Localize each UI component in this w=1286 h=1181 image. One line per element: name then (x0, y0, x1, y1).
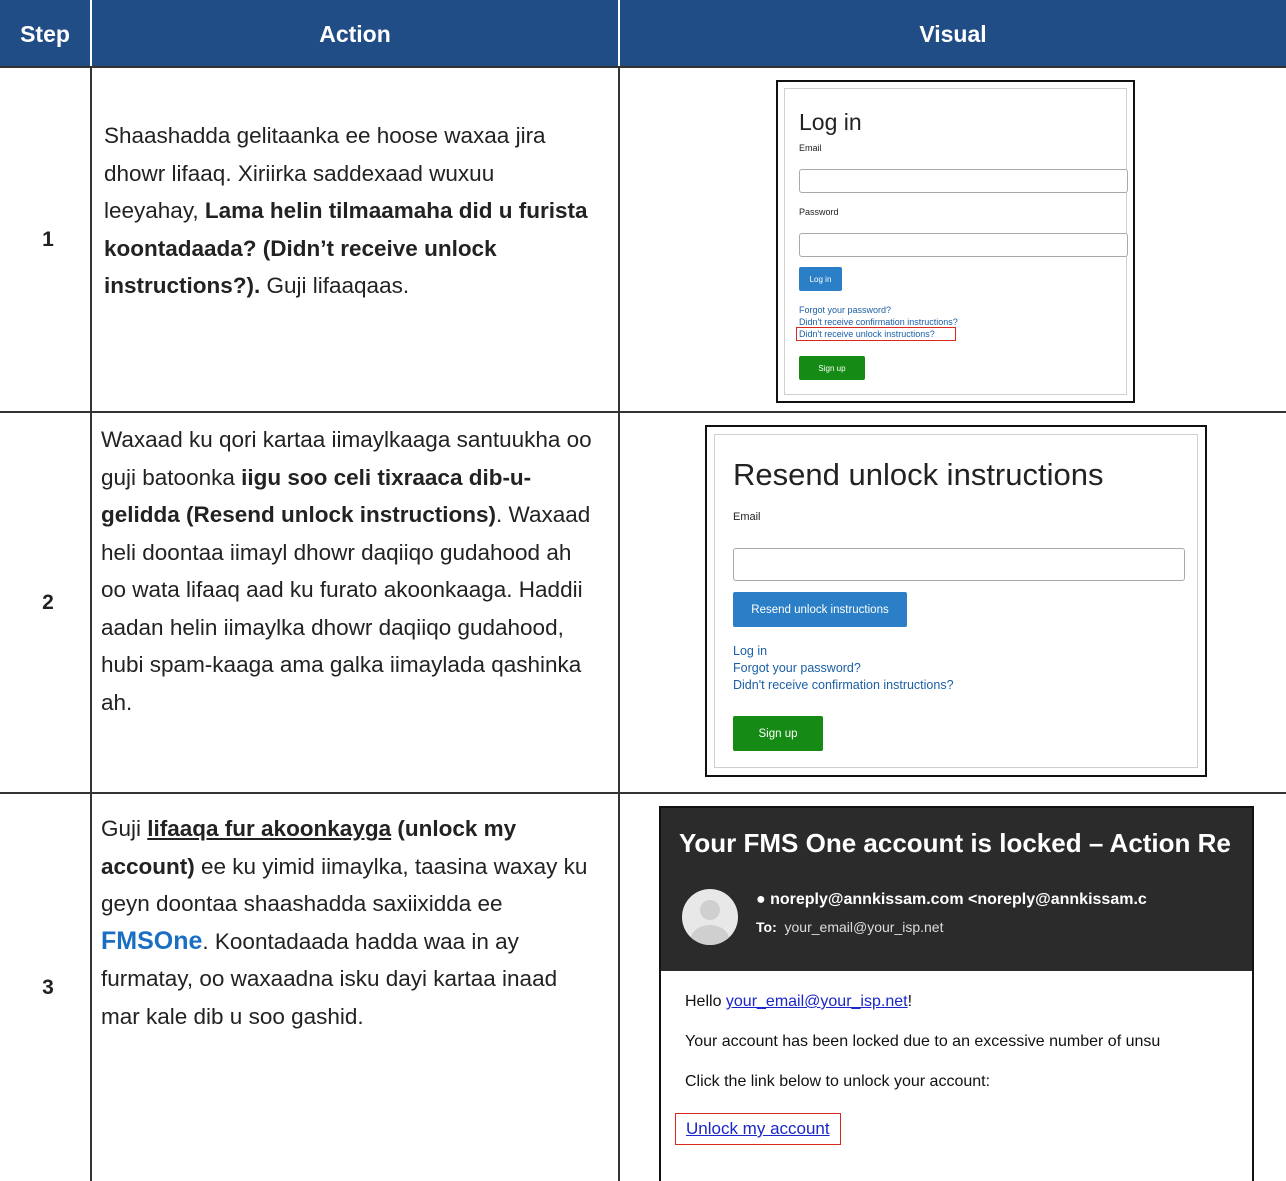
to-label: To: (756, 919, 777, 935)
resend-title: Resend unlock instructions (733, 457, 1104, 492)
step-number: 1 (42, 227, 54, 251)
email-recipient: To: your_email@your_isp.net (756, 919, 943, 935)
row-divider (0, 411, 1286, 413)
forgot-password-link[interactable]: Forgot your password? (733, 661, 861, 675)
signup-button[interactable]: Sign up (733, 716, 823, 751)
signup-button[interactable]: Sign up (799, 356, 865, 380)
password-label: Password (799, 207, 839, 217)
person-icon (691, 900, 729, 945)
body-line: Click the link below to unlock your acco… (685, 1073, 991, 1090)
login-button[interactable]: Log in (799, 267, 842, 291)
email-field[interactable] (733, 548, 1185, 581)
action-text: Guji lifaaqaas. (260, 273, 410, 298)
brand-name: FMSOne (101, 926, 203, 955)
login-panel: Log in Email Password Log in Forgot your… (784, 88, 1128, 395)
step-3-action-text: Guji lifaaqa fur akoonkayga (unlock my a… (101, 810, 601, 1035)
greeting-text: ! (907, 993, 913, 1010)
email-label: Email (799, 143, 822, 153)
password-field[interactable] (799, 233, 1128, 257)
to-value: your_email@your_isp.net (784, 919, 944, 935)
resend-panel: Resend unlock instructions Email Resend … (714, 434, 1198, 768)
email-header: Your FMS One account is locked – Action … (661, 808, 1252, 971)
email-sender: ● noreply@annkissam.com <noreply@annkiss… (756, 891, 1147, 908)
login-screenshot: Log in Email Password Log in Forgot your… (776, 80, 1135, 403)
email-subject: Your FMS One account is locked – Action … (679, 828, 1231, 858)
greeting-text: Hello (685, 993, 726, 1010)
email-address-link[interactable]: your_email@your_isp.net (726, 993, 908, 1010)
confirmation-instructions-link[interactable]: Didn't receive confirmation instructions… (799, 317, 958, 327)
login-link[interactable]: Log in (733, 644, 767, 658)
row-divider (0, 792, 1286, 794)
email-field[interactable] (799, 169, 1128, 193)
resend-unlock-screenshot: Resend unlock instructions Email Resend … (705, 425, 1207, 777)
unlock-my-account-link[interactable]: Unlock my account (686, 1119, 830, 1138)
greeting-line: Hello your_email@your_isp.net! (685, 993, 912, 1011)
highlight-box (796, 327, 956, 341)
action-underlined-text: lifaaqa fur akoonkayga (147, 816, 392, 841)
body-line: Your account has been locked due to an e… (685, 1033, 1161, 1050)
confirmation-instructions-link[interactable]: Didn't receive confirmation instructions… (733, 678, 954, 692)
email-screenshot: Your FMS One account is locked – Action … (659, 806, 1254, 1181)
step-number: 3 (42, 975, 54, 999)
column-divider (618, 68, 620, 1181)
unlock-highlight: Unlock my account (675, 1113, 841, 1145)
action-text: . Waxaad heli doontaa iimayl dhowr daqii… (101, 502, 591, 715)
avatar (682, 889, 738, 945)
action-text: Guji (101, 816, 148, 841)
step-2-action-text: Waxaad ku qori kartaa iimaylkaaga santuu… (101, 421, 601, 721)
row-divider (0, 66, 1286, 68)
resend-unlock-button[interactable]: Resend unlock instructions (733, 592, 907, 627)
step-1-action-text: Shaashadda gelitaanka ee hoose waxaa jir… (104, 117, 594, 305)
forgot-password-link[interactable]: Forgot your password? (799, 305, 891, 315)
step-number: 2 (42, 590, 54, 614)
email-label: Email (733, 511, 761, 523)
login-title: Log in (799, 109, 862, 135)
